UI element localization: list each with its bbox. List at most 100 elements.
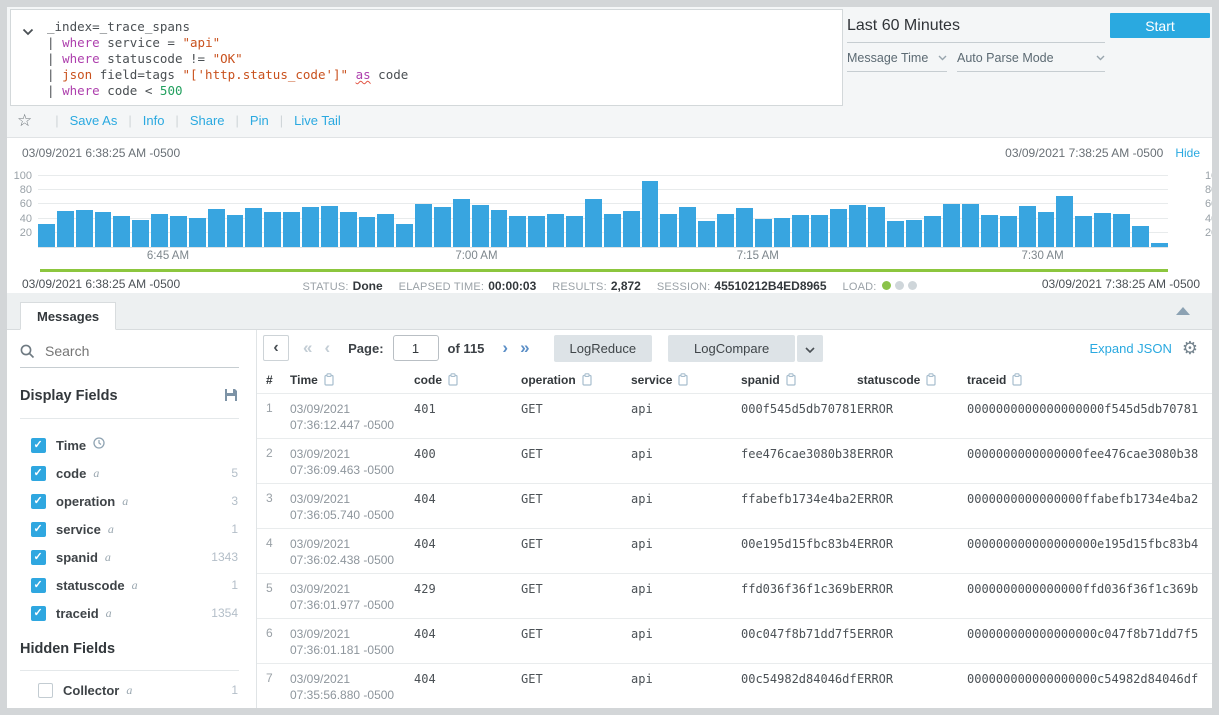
histogram-bar[interactable] [208,209,225,247]
histogram-bar[interactable] [95,212,112,248]
histogram-bar[interactable] [868,207,885,247]
collapse-panel-icon[interactable] [1176,307,1190,315]
hide-histogram-link[interactable]: Hide [1175,146,1200,160]
histogram-bar[interactable] [1075,216,1092,247]
query-text[interactable]: _index=_trace_spans| where service = "ap… [47,19,408,99]
table-row[interactable]: 703/09/202107:35:56.880 -0500404GETapi00… [257,663,1212,708]
table-row[interactable]: 603/09/202107:36:01.181 -0500404GETapi00… [257,618,1212,663]
start-button[interactable]: Start [1110,13,1210,38]
logreduce-button[interactable]: LogReduce [554,335,653,362]
histogram-bar[interactable] [736,208,753,247]
next-page-button[interactable]: › [502,339,508,357]
field-checkbox[interactable] [31,522,46,537]
field-row-spanid[interactable]: spanida1343 [7,543,257,571]
histogram-bar[interactable] [170,216,187,247]
histogram-bar[interactable] [434,207,451,247]
favorite-star-icon[interactable]: ☆ [17,111,32,131]
histogram-bar[interactable] [340,212,357,248]
histogram-bar[interactable] [906,220,923,247]
time-range-selector[interactable]: Last 60 Minutes [847,17,1105,43]
histogram-bar[interactable] [604,214,621,247]
histogram-bar[interactable] [359,217,376,247]
field-search[interactable] [20,343,239,368]
copy-icon[interactable] [926,373,937,386]
copy-icon[interactable] [448,373,459,386]
first-page-button[interactable]: « [303,339,312,357]
histogram-bar[interactable] [717,214,734,247]
table-row[interactable]: 103/09/202107:36:12.447 -0500401GETapi00… [257,393,1212,438]
histogram-bar[interactable] [189,218,206,247]
last-page-button[interactable]: » [520,339,529,357]
histogram-bar[interactable] [830,209,847,247]
histogram-bar[interactable] [1151,243,1168,247]
tab-messages[interactable]: Messages [20,302,116,330]
table-row[interactable]: 503/09/202107:36:01.977 -0500429GETapiff… [257,573,1212,618]
action-link-live-tail[interactable]: Live Tail [294,113,341,128]
table-row[interactable]: 303/09/202107:36:05.740 -0500404GETapiff… [257,483,1212,528]
table-row[interactable]: 203/09/202107:36:09.463 -0500400GETapife… [257,438,1212,483]
histogram-bar[interactable] [491,210,508,247]
action-link-info[interactable]: Info [143,113,165,128]
settings-gear-icon[interactable]: ⚙ [1182,339,1198,357]
field-row-statuscode[interactable]: statuscodea1 [7,571,257,599]
histogram-bar[interactable] [302,207,319,247]
field-checkbox[interactable] [38,683,53,698]
histogram-bar[interactable] [1132,226,1149,247]
field-row-code[interactable]: codea5 [7,459,257,487]
histogram-bar[interactable] [509,216,526,247]
histogram-bar[interactable] [415,204,432,247]
field-row-collector[interactable]: Collectora1 [7,676,257,704]
histogram-bar[interactable] [679,207,696,247]
histogram-bar[interactable] [1056,196,1073,247]
field-checkbox[interactable] [31,550,46,565]
page-input[interactable] [393,335,439,361]
copy-icon[interactable] [1012,373,1023,386]
histogram-bar[interactable] [981,215,998,247]
histogram-bar[interactable] [698,221,715,247]
histogram-bar[interactable] [623,211,640,247]
histogram-bar[interactable] [811,215,828,247]
histogram-bar[interactable] [774,218,791,247]
histogram-bar[interactable] [1038,212,1055,247]
histogram-bar[interactable] [396,224,413,247]
parse-mode-dropdown[interactable]: Auto Parse Mode [957,51,1105,72]
field-checkbox[interactable] [31,606,46,621]
histogram-bar[interactable] [57,211,74,247]
histogram-bar[interactable] [924,216,941,247]
message-time-dropdown[interactable]: Message Time [847,51,947,72]
query-editor[interactable]: _index=_trace_spans| where service = "ap… [10,9,843,106]
histogram-bar[interactable] [943,204,960,247]
histogram-bar[interactable] [76,210,93,247]
histogram-bar[interactable] [132,220,149,247]
field-checkbox[interactable] [31,438,46,453]
histogram-bar[interactable] [547,214,564,247]
histogram-bar[interactable] [660,214,677,247]
table-row[interactable]: 403/09/202107:36:02.438 -0500404GETapi00… [257,528,1212,573]
histogram-bar[interactable] [1113,214,1130,247]
field-row-service[interactable]: servicea1 [7,515,257,543]
action-link-pin[interactable]: Pin [250,113,269,128]
histogram-bar[interactable] [962,204,979,247]
histogram-bar[interactable] [566,216,583,247]
histogram-bar[interactable] [377,214,394,247]
histogram-bar[interactable] [227,215,244,247]
histogram-bar[interactable] [642,181,659,247]
histogram-bar[interactable] [321,206,338,247]
action-link-share[interactable]: Share [190,113,225,128]
histogram-bar[interactable] [585,199,602,247]
histogram-bar[interactable] [151,214,168,247]
search-input[interactable] [45,343,215,359]
logcompare-dropdown-button[interactable] [797,335,823,362]
copy-icon[interactable] [678,373,689,386]
copy-icon[interactable] [582,373,593,386]
prev-page-button[interactable]: ‹ [324,339,330,357]
histogram-bar[interactable] [1019,206,1036,247]
collapse-sidebar-button[interactable]: ‹ [263,335,289,361]
expand-json-link[interactable]: Expand JSON [1089,341,1171,356]
histogram-bar[interactable] [528,216,545,247]
field-row-operation[interactable]: operationa3 [7,487,257,515]
histogram-bar[interactable] [113,216,130,247]
copy-icon[interactable] [786,373,797,386]
field-row-time[interactable]: Time [7,431,257,459]
histogram-bar[interactable] [792,215,809,247]
